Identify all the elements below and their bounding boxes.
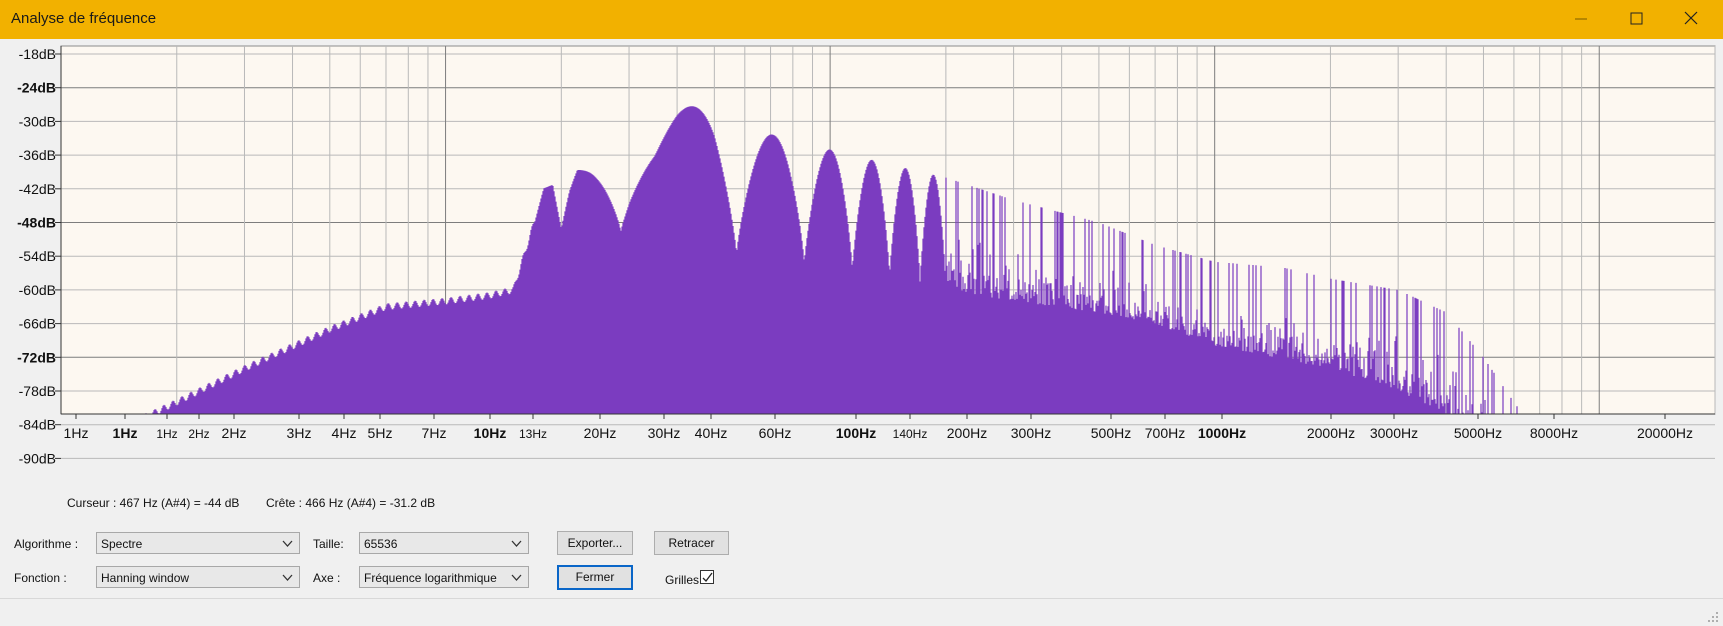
maximize-button[interactable] (1608, 0, 1666, 39)
x-tick-label: 2Hz (188, 427, 209, 441)
y-tick-label: -36dB (19, 147, 56, 163)
x-tick-label: 8000Hz (1530, 425, 1578, 441)
x-tick-label: 60Hz (759, 425, 792, 441)
y-tick-label: -48dB (17, 215, 56, 231)
x-tick-label: 30Hz (648, 425, 681, 441)
axis-label: Axe : (313, 571, 341, 585)
x-tick-label: 140Hz (893, 427, 928, 441)
y-tick-label: -18dB (19, 46, 56, 62)
x-tick-label: 300Hz (1011, 425, 1051, 441)
x-tick-label: 200Hz (947, 425, 987, 441)
minimize-icon (1575, 18, 1587, 20)
x-tick-label: 4Hz (332, 425, 357, 441)
grids-checkbox[interactable] (700, 570, 714, 584)
y-tick-label: -90dB (19, 450, 56, 466)
resize-grip-icon[interactable] (1707, 611, 1719, 623)
x-tick-label: 1000Hz (1198, 425, 1246, 441)
minimize-button[interactable] (1553, 0, 1611, 39)
title-bar: Analyse de fréquence (0, 0, 1723, 39)
y-tick-label: -72dB (17, 349, 56, 365)
x-tick-label: 2000Hz (1307, 425, 1355, 441)
chevron-down-icon (511, 540, 522, 547)
x-tick-label: 1Hz (64, 425, 89, 441)
chevron-down-icon (282, 574, 293, 581)
chevron-down-icon (511, 574, 522, 581)
y-tick-label: -84dB (19, 417, 56, 433)
y-tick-label: -54dB (19, 248, 56, 264)
y-tick-label: -66dB (19, 316, 56, 332)
axis-select-value: Fréquence logarithmique (364, 571, 497, 585)
function-select[interactable]: Hanning window (96, 566, 300, 588)
x-tick-label: 700Hz (1145, 425, 1185, 441)
close-dialog-button[interactable]: Fermer (557, 565, 633, 590)
replot-button[interactable]: Retracer (654, 531, 729, 555)
grids-label: Grilles (665, 573, 700, 587)
maximize-icon (1630, 12, 1643, 25)
x-tick-label: 20Hz (584, 425, 617, 441)
algorithm-select[interactable]: Spectre (96, 532, 300, 554)
algorithm-label: Algorithme : (14, 537, 79, 551)
x-tick-label: 40Hz (695, 425, 728, 441)
x-axis: 1Hz 1Hz 1Hz 2Hz 2Hz 3Hz 4Hz 5Hz 7Hz 10Hz 13Hz 20Hz 3… (61, 413, 1715, 441)
y-tick-label: -60dB (19, 282, 56, 298)
y-tick-label: -42dB (19, 181, 56, 197)
x-tick-label: 3Hz (287, 425, 312, 441)
y-tick-label: -30dB (19, 113, 56, 129)
window-title: Analyse de fréquence (11, 10, 157, 27)
close-button[interactable] (1663, 0, 1721, 39)
x-tick-label: 5Hz (368, 425, 393, 441)
x-tick-label: 20000Hz (1637, 425, 1693, 441)
close-icon (1684, 11, 1698, 25)
peak-readout: Crête : 466 Hz (A#4) = -31.2 dB (266, 496, 436, 510)
x-tick-label: 1Hz (113, 425, 138, 441)
x-tick-label: 3000Hz (1370, 425, 1418, 441)
axis-select[interactable]: Fréquence logarithmique (359, 566, 529, 588)
x-tick-label: 13Hz (519, 427, 547, 441)
x-tick-label: 100Hz (836, 425, 876, 441)
x-tick-label: 5000Hz (1454, 425, 1502, 441)
x-tick-label: 2Hz (222, 425, 247, 441)
size-select-value: 65536 (364, 537, 398, 551)
y-tick-label: -24dB (17, 80, 56, 96)
status-bar (0, 598, 1723, 626)
frequency-spectrum-chart[interactable]: -18dB -24dB -30dB -36dB -42dB -48dB -54dB -60dB… (0, 40, 1723, 480)
y-tick-label: -78dB (19, 383, 56, 399)
x-tick-label: 10Hz (474, 425, 507, 441)
function-label: Fonction : (14, 571, 67, 585)
algorithm-select-value: Spectre (101, 537, 143, 551)
checkmark-icon (702, 572, 713, 582)
size-label: Taille: (313, 537, 344, 551)
x-tick-label: 1Hz (156, 427, 177, 441)
size-select[interactable]: 65536 (359, 532, 529, 554)
x-tick-label: 500Hz (1091, 425, 1131, 441)
x-tick-label: 7Hz (422, 425, 447, 441)
function-select-value: Hanning window (101, 571, 190, 585)
chevron-down-icon (282, 540, 293, 547)
cursor-readout: Curseur : 467 Hz (A#4) = -44 dB (67, 496, 240, 510)
export-button[interactable]: Exporter... (557, 531, 633, 555)
y-axis: -18dB -24dB -30dB -36dB -42dB -48dB -54dB -60dB… (17, 46, 62, 466)
